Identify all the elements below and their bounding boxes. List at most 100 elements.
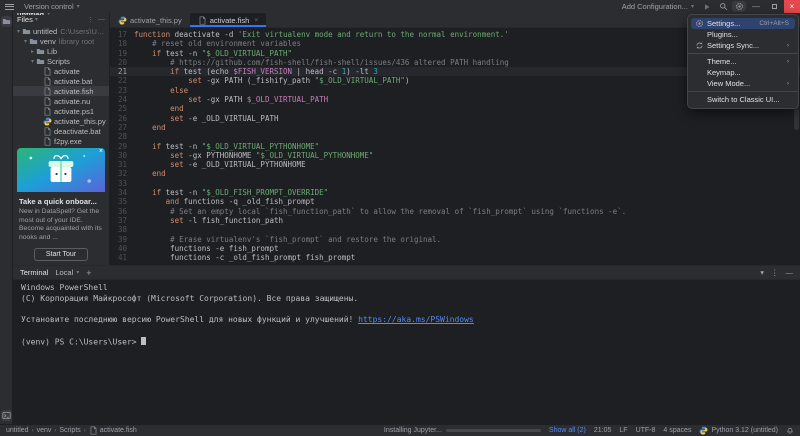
minimize-button[interactable]: — [748, 0, 764, 13]
line-number[interactable]: 28 [110, 132, 134, 141]
breadcrumb-scripts[interactable]: Scripts [59, 427, 80, 434]
menu-item-switch-to-classic-ui[interactable]: Switch to Classic UI... [691, 94, 795, 105]
line-number[interactable]: 41 [110, 253, 134, 262]
line-number[interactable]: 20 [110, 58, 134, 67]
line-number[interactable]: 37 [110, 216, 134, 225]
menu-item-settings[interactable]: Settings...Ctrl+Alt+S [691, 18, 795, 29]
chevron-down-icon[interactable]: ▾ [15, 28, 22, 35]
code-line[interactable]: 37 set -l fish_function_path [110, 216, 800, 225]
hide-panel-icon[interactable]: — [786, 268, 794, 277]
chevron-down-icon[interactable]: ▾ [29, 58, 36, 65]
menu-item-theme[interactable]: Theme...› [691, 56, 795, 67]
chevron-down-icon[interactable]: ▾ [22, 38, 29, 45]
tree-item-f2py-exe[interactable]: f2py.exe [13, 136, 109, 146]
close-tab-icon[interactable]: × [254, 17, 258, 24]
line-number[interactable]: 23 [110, 86, 134, 95]
tree-item-activate-ps1[interactable]: activate.ps1 [13, 106, 109, 116]
terminal-output[interactable]: Windows PowerShell(C) Корпорация Майкрос… [13, 280, 800, 424]
tree-item-lib[interactable]: ▸Lib [13, 46, 109, 56]
line-number[interactable]: 31 [110, 160, 134, 169]
code-line[interactable]: 29 if test -n "$_OLD_VIRTUAL_PYTHONHOME" [110, 142, 800, 151]
new-terminal-icon[interactable]: + [86, 268, 91, 278]
code-line[interactable]: 39 # Erase virtualenv's `fish_prompt` an… [110, 235, 800, 244]
chevron-right-icon[interactable]: ▸ [29, 48, 36, 55]
start-tour-button[interactable]: Start Tour [34, 248, 88, 261]
tree-item-activate[interactable]: activate [13, 66, 109, 76]
line-number[interactable]: 27 [110, 123, 134, 132]
line-number[interactable]: 33 [110, 179, 134, 188]
breadcrumb-activate-fish[interactable]: activate.fish [89, 426, 137, 435]
line-number[interactable]: 19 [110, 49, 134, 58]
tab-activate-fish[interactable]: activate.fish× [190, 13, 266, 27]
code-line[interactable]: 34 if test -n "$_OLD_FISH_PROMPT_OVERRID… [110, 188, 800, 197]
line-separator-widget[interactable]: LF [619, 427, 627, 434]
line-number[interactable]: 25 [110, 104, 134, 113]
menu-item-keymap[interactable]: Keymap... [691, 67, 795, 78]
terminal-tool-icon[interactable] [1, 410, 12, 421]
line-number[interactable]: 35 [110, 197, 134, 206]
line-number[interactable]: 34 [110, 188, 134, 197]
close-icon[interactable]: × [99, 148, 103, 155]
tree-item-venv[interactable]: ▾venvlibrary root [13, 36, 109, 46]
show-all-processes-link[interactable]: Show all (2) [549, 427, 586, 434]
hide-panel-icon[interactable]: — [98, 16, 105, 24]
breadcrumb-untitled[interactable]: untitled [6, 427, 29, 434]
breadcrumb-venv[interactable]: venv [37, 427, 52, 434]
maximize-button[interactable] [766, 0, 782, 13]
tree-item-activate-fish[interactable]: activate.fish [13, 86, 109, 96]
settings-gear-icon[interactable] [732, 1, 746, 12]
code-line[interactable]: 27 end [110, 123, 800, 132]
more-icon[interactable]: ⋮ [87, 16, 94, 24]
code-line[interactable]: 33 [110, 179, 800, 188]
chevron-down-icon[interactable]: ▾ [760, 268, 764, 277]
run-configuration-selector[interactable]: Add Configuration... ▾ [618, 1, 698, 12]
code-line[interactable]: 38 [110, 225, 800, 234]
search-icon[interactable] [716, 1, 730, 12]
line-number[interactable]: 17 [110, 30, 134, 39]
python-interpreter-widget[interactable]: Python 3.12 (untitled) [699, 426, 778, 435]
more-icon[interactable]: ⋮ [771, 268, 779, 277]
run-icon[interactable] [700, 1, 714, 12]
line-number[interactable]: 24 [110, 95, 134, 104]
tree-item-scripts[interactable]: ▾Scripts [13, 56, 109, 66]
code-line[interactable]: 26 set -e _OLD_VIRTUAL_PATH [110, 114, 800, 123]
tree-item-activate-nu[interactable]: activate.nu [13, 96, 109, 106]
tree-item-untitled[interactable]: ▾untitledC:\Users\User\Desk... [13, 26, 109, 36]
line-number[interactable]: 29 [110, 142, 134, 151]
line-number[interactable]: 26 [110, 114, 134, 123]
code-line[interactable]: 31 set -e _OLD_VIRTUAL_PYTHONHOME [110, 160, 800, 169]
menu-item-view-mode[interactable]: View Mode...› [691, 78, 795, 89]
tree-item-deactivate-bat[interactable]: deactivate.bat [13, 126, 109, 136]
code-line[interactable]: 35 and functions -q _old_fish_prompt [110, 197, 800, 206]
vcs-widget[interactable]: Version control ▾ [20, 1, 84, 12]
line-number[interactable]: 21 [110, 67, 134, 76]
code-line[interactable]: 40 functions -e fish_prompt [110, 244, 800, 253]
terminal-link[interactable]: https://aka.ms/PSWindows [358, 315, 474, 324]
line-number[interactable]: 18 [110, 39, 134, 48]
line-number[interactable]: 30 [110, 151, 134, 160]
menu-item-settings-sync[interactable]: Settings Sync...› [691, 40, 795, 51]
tab-activate-this-py[interactable]: activate_this.py [110, 13, 190, 27]
line-number[interactable]: 39 [110, 235, 134, 244]
tree-item-activate-bat[interactable]: activate.bat [13, 76, 109, 86]
code-line[interactable]: 28 [110, 132, 800, 141]
background-task-progress[interactable]: Installing Jupyter... [384, 427, 541, 434]
code-line[interactable]: 36 # Set an empty local `fish_function_p… [110, 207, 800, 216]
caret-position-widget[interactable]: 21:05 [594, 427, 612, 434]
project-tool-icon[interactable] [1, 16, 12, 27]
line-number[interactable]: 22 [110, 76, 134, 85]
terminal-tab-local[interactable]: Local ▾ [55, 268, 79, 277]
menu-item-plugins[interactable]: Plugins... [691, 29, 795, 40]
indent-widget[interactable]: 4 spaces [663, 427, 691, 434]
line-number[interactable]: 40 [110, 244, 134, 253]
encoding-widget[interactable]: UTF-8 [636, 427, 656, 434]
tree-item-activate-this-py[interactable]: activate_this.py [13, 116, 109, 126]
code-line[interactable]: 41 functions -c _old_fish_prompt fish_pr… [110, 253, 800, 262]
notifications-bell-icon[interactable] [786, 427, 794, 435]
code-line[interactable]: 32 end [110, 169, 800, 178]
close-button[interactable]: × [784, 0, 800, 13]
code-line[interactable]: 30 set -gx PYTHONHOME "$_OLD_VIRTUAL_PYT… [110, 151, 800, 160]
main-menu-icon[interactable] [5, 4, 14, 10]
line-number[interactable]: 32 [110, 169, 134, 178]
project-widget[interactable]: untitled ▾ [13, 13, 110, 15]
